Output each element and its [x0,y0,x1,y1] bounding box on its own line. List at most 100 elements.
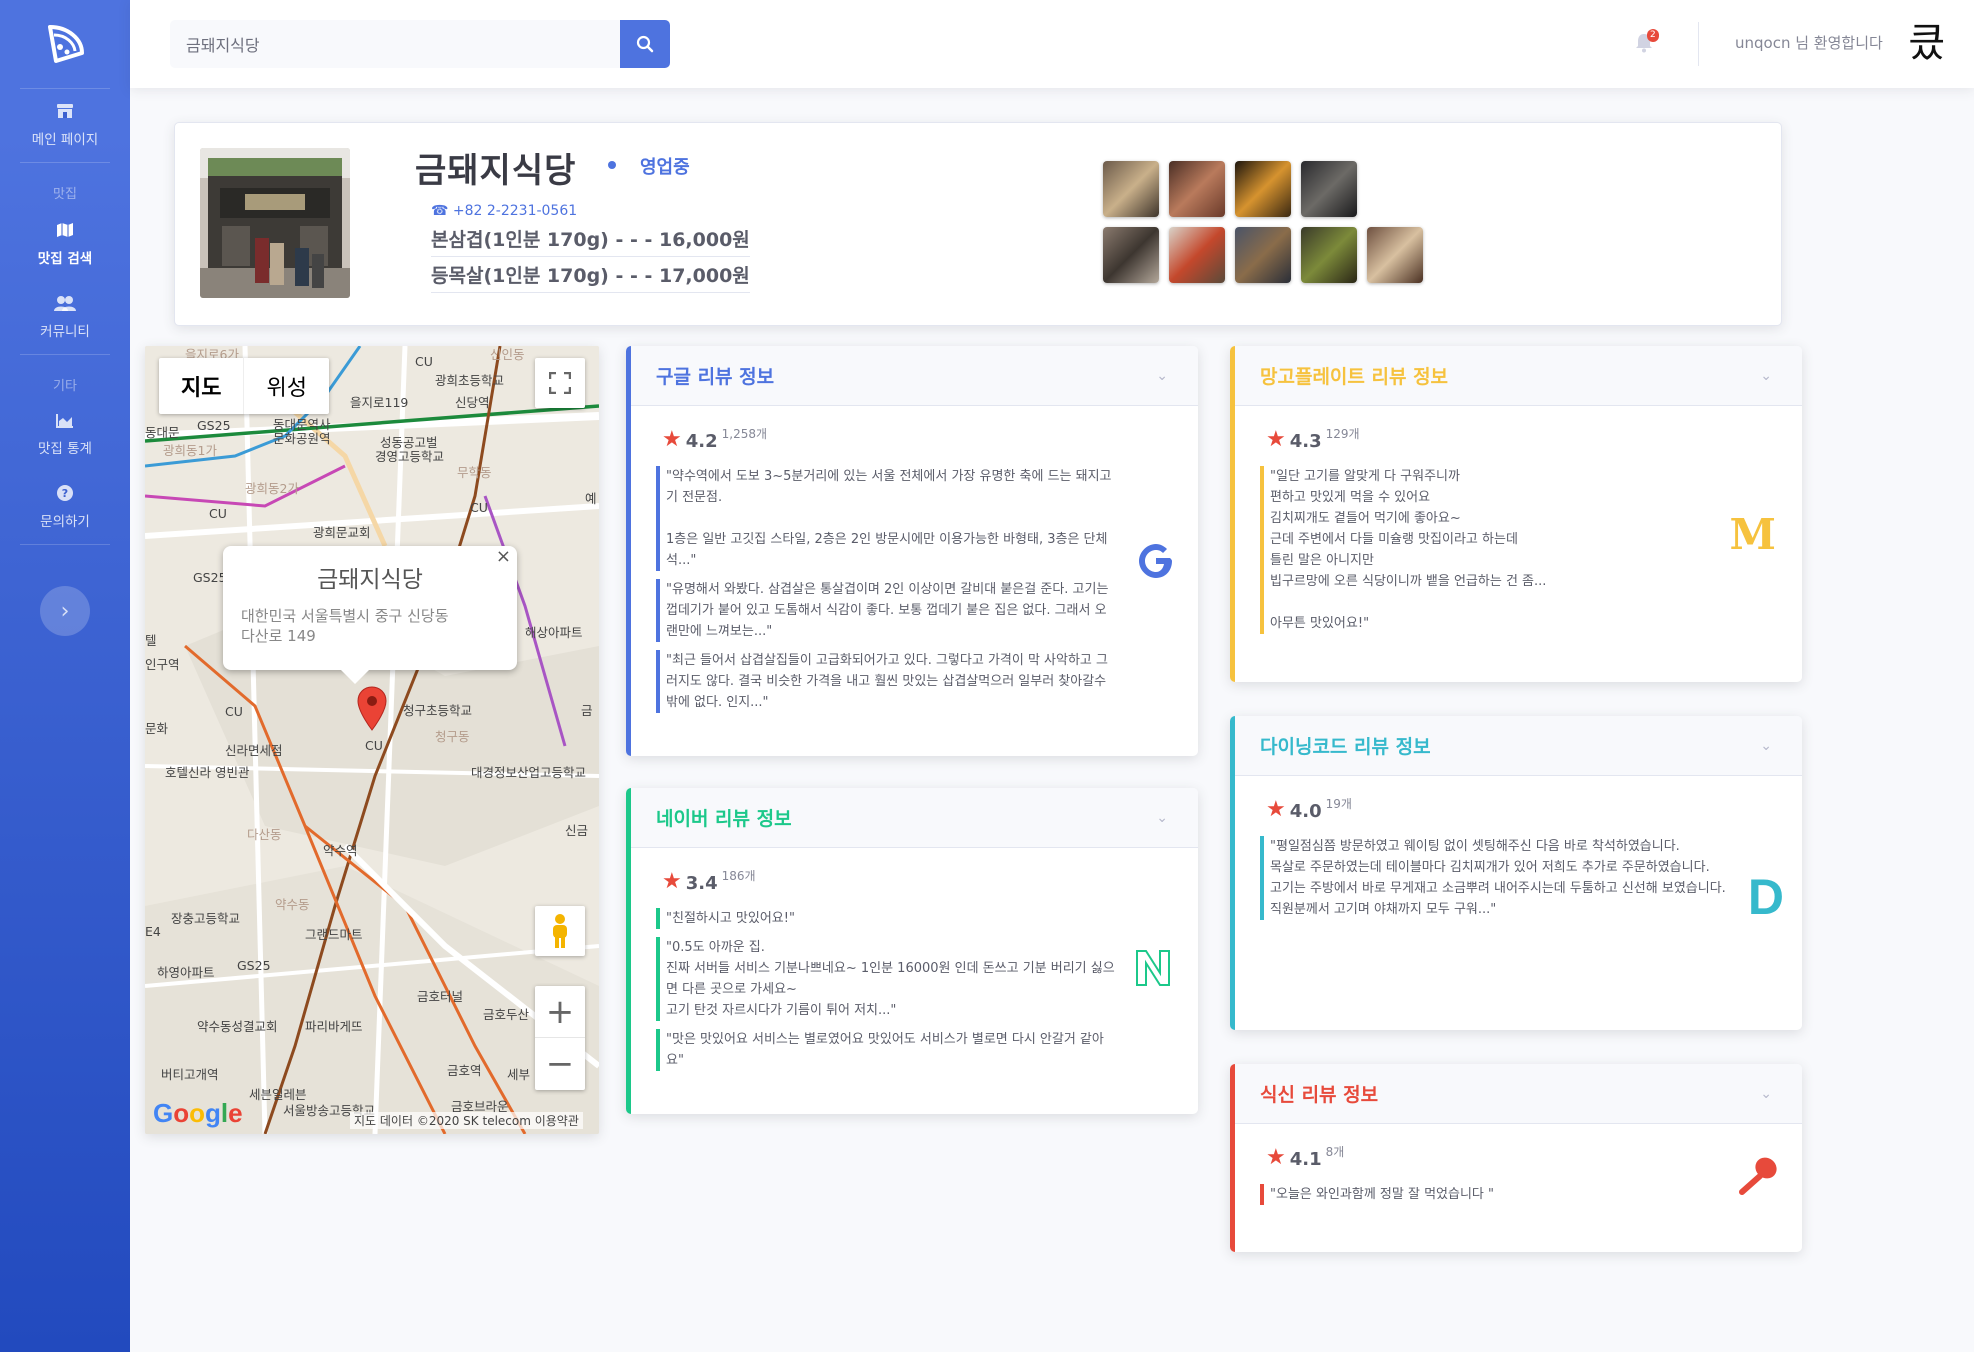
fullscreen-icon [549,372,571,394]
zoom-in-button[interactable]: + [535,986,585,1038]
menu-item: 등목살(1인분 170g) - - - 17,000원 [431,261,750,293]
map-view[interactable]: 을지로6가 신인동 CU 광희초등학교 을지로119 신당역 동대문 GS25 … [145,346,599,1134]
card-body: ★ 4.1 8개 "오늘은 와인과함께 정말 잘 먹었습니다 " [1230,1124,1802,1233]
map-type-satellite-button[interactable]: 위성 [244,358,328,414]
map-label: 동대문역사 문화공원역 [273,417,331,446]
card-title: 다이닝코드 리뷰 정보 [1260,736,1431,758]
review-quote: "유명해서 와봤다. 삼겹살은 통살겹이며 2인 이상이면 갈비대 붙은걸 준다… [656,579,1116,642]
zoom-out-button[interactable]: − [535,1038,585,1090]
card-header[interactable]: 구글 리뷰 정보 ⌄ [626,346,1198,406]
review-quote: "0.5도 아까운 집. 진짜 서버들 서비스 기분나쁘네요~ 1인분 1600… [656,937,1116,1021]
map-label: 무학동 [457,465,492,480]
gallery-photo[interactable] [1301,227,1357,283]
info-window-title: 금돼지식당 [317,567,423,593]
close-icon[interactable]: × [496,546,511,567]
rating-score: 4.0 [1289,801,1322,822]
map-label: CU [365,738,383,753]
gallery-photo[interactable] [1301,161,1357,217]
map-label: 동대문 [145,425,180,440]
mangoplate-review-card: 망고플레이트 리뷰 정보 ⌄ ★ 4.3 129개 "일단 고기를 알맞게 다 … [1230,346,1802,682]
gallery-photo[interactable] [1103,161,1159,217]
map-label: 해상아파트 [525,625,583,640]
brand-logo[interactable] [0,0,130,88]
gallery-photo[interactable] [1235,161,1291,217]
status-badge: 영업중 [640,157,690,178]
welcome-text[interactable]: unqocn 님 환영합니다 [1735,32,1883,53]
map-label: 신당역 [455,395,490,410]
naver-review-card: 네이버 리뷰 정보 ⌄ ★ 3.4 186개 "친절하시고 맛있어요!" "0.… [626,788,1198,1114]
street-view-button[interactable] [535,906,585,956]
chevron-down-icon[interactable]: ⌄ [1760,738,1772,754]
map-info-window: × 금돼지식당 대한민국 서울특별시 중구 신당동 다산로 149 [223,546,517,684]
chevron-down-icon[interactable]: ⌄ [1156,810,1168,826]
gallery-photo[interactable] [1235,227,1291,283]
map-label: CU [415,354,433,369]
google-review-card: 구글 리뷰 정보 ⌄ ★ 4.2 1,258개 "약수역에서 도보 3~5분거리… [626,346,1198,756]
nav-community[interactable]: 커뮤니티 [0,281,130,354]
notification-bell[interactable]: 2 [1635,29,1659,57]
nav-restaurant-search[interactable]: 맛집 검색 [0,208,130,281]
sidebar-heading-restaurants: 맛집 [53,187,77,202]
chevron-down-icon[interactable]: ⌄ [1760,368,1772,384]
rating: ★ 4.0 19개 [1266,797,1772,822]
map-label: 광희동2가 [245,481,299,496]
fullscreen-button[interactable] [535,358,585,408]
card-body: ★ 3.4 186개 "친절하시고 맛있어요!" "0.5도 아까운 집. 진짜… [626,848,1198,1099]
review-quote: "친절하시고 맛있어요!" [656,908,1116,929]
gallery-photo[interactable] [1169,227,1225,283]
search-input[interactable] [170,20,620,68]
card-title: 망고플레이트 리뷰 정보 [1260,366,1449,388]
map-label: 텔 [145,633,157,648]
search-bar [170,20,670,68]
card-header[interactable]: 식신 리뷰 정보 ⌄ [1230,1064,1802,1124]
card-header[interactable]: 망고플레이트 리뷰 정보 ⌄ [1230,346,1802,406]
pizza-logo-icon [48,25,84,63]
nav-main-page[interactable]: 메인 페이지 [0,89,130,162]
star-icon: ★ [662,869,682,894]
map-label: 신인동 [490,347,525,362]
map-label: 그랜드마트 [305,927,363,942]
card-title: 네이버 리뷰 정보 [656,808,792,830]
sidebar-heading-etc: 기타 [53,379,77,394]
card-header[interactable]: 네이버 리뷰 정보 ⌄ [626,788,1198,848]
map-attribution[interactable]: 지도 데이터 ©2020 SK telecom 이용약관 [350,1112,583,1129]
siksin-review-card: 식신 리뷰 정보 ⌄ ★ 4.1 8개 "오늘은 와인과함께 정말 잘 먹었습니… [1230,1064,1802,1252]
rating: ★ 3.4 186개 [662,869,1168,894]
map-type-map-button[interactable]: 지도 [159,358,245,414]
review-count: 1,258개 [721,427,768,441]
card-body: ★ 4.0 19개 "평일점심쯤 방문하였고 웨이팅 없이 셋팅해주신 다음 바… [1230,776,1802,948]
map-label: 다산동 [247,827,282,842]
chevron-down-icon[interactable]: ⌄ [1760,1086,1772,1102]
map-label: 장충고등학교 [171,911,241,926]
nav-label: 맛집 통계 [38,441,92,457]
map-label: 하영아파트 [157,965,215,980]
gallery-photo[interactable] [1169,161,1225,217]
gallery-photo[interactable] [1367,227,1423,283]
nav-inquiry[interactable]: ? 문의하기 [0,471,130,544]
question-circle-icon: ? [57,485,73,504]
restaurant-phone[interactable]: ☎ +82 2-2231-0561 [431,203,577,219]
nav-label: 맛집 검색 [37,251,93,267]
chevron-down-icon[interactable]: ⌄ [1156,368,1168,384]
rating: ★ 4.2 1,258개 [662,427,1168,452]
info-window-address: 대한민국 서울특별시 중구 신당동 다산로 149 [241,607,449,645]
menu-item: 본삼겹(1인분 170g) - - - 16,000원 [431,225,750,257]
card-header[interactable]: 다이닝코드 리뷰 정보 ⌄ [1230,716,1802,776]
map-label: CU [225,704,243,719]
review-count: 129개 [1325,427,1360,441]
map-label: 인구역 [145,657,180,672]
location-pin-icon[interactable] [357,686,387,736]
nav-label: 메인 페이지 [31,132,99,148]
diningcode-logo-icon: D [1747,869,1784,925]
chart-area-icon [56,414,74,431]
users-icon [54,295,76,314]
map-label: 금호역 [447,1063,482,1078]
user-avatar[interactable]: 킀 [1902,18,1952,68]
search-button[interactable] [620,20,670,68]
sidebar-toggle-button[interactable]: › [40,586,90,636]
map-label: GS25 [237,958,271,973]
gallery-photo[interactable] [1103,227,1159,283]
nav-restaurant-stats[interactable]: 맛집 통계 [0,400,130,471]
map-label: 버티고개역 [161,1067,219,1082]
map-label: 파리바게뜨 [305,1019,363,1034]
